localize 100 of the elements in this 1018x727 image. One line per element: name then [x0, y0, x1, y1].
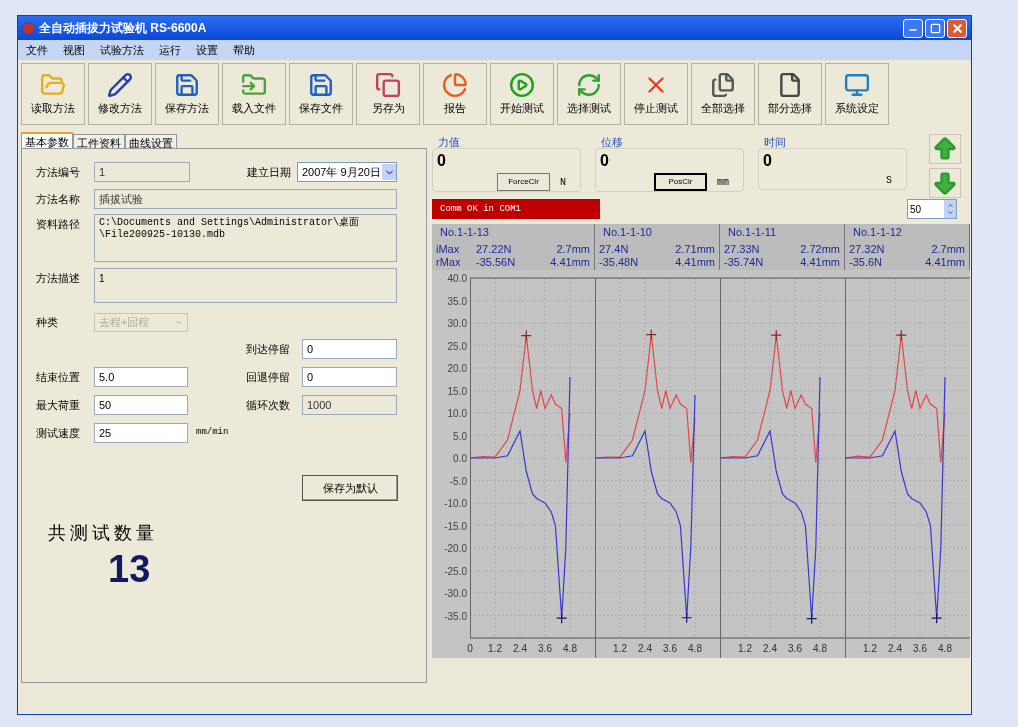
x-tick-label: 4.8	[813, 643, 827, 654]
play-icon	[509, 71, 535, 98]
unit-label: S	[886, 174, 892, 188]
y-tick-label: -35.0	[444, 610, 467, 622]
x-tick-label: 2.4	[513, 643, 527, 654]
readout-value: 0	[600, 151, 610, 171]
tab[interactable]: 基本参数	[21, 132, 73, 148]
input-field[interactable]: 0	[302, 339, 397, 359]
toolbar-button[interactable]: 修改方法	[88, 63, 152, 125]
sample-name: No.1-1-11	[727, 226, 778, 240]
x-tick-label: 3.6	[913, 643, 927, 654]
menu-item[interactable]: 帮助	[233, 41, 255, 59]
text-area[interactable]: C:\Documents and Settings\Administrator\桌面 \File200925-10130.mdb	[94, 214, 397, 262]
toolbar-button[interactable]: 全部选择	[691, 63, 755, 125]
toolbar-button[interactable]: 载入文件	[222, 63, 286, 125]
y-tick-label: -20.0	[444, 543, 467, 554]
input-field[interactable]: 50	[94, 395, 188, 415]
text-area[interactable]: 1	[94, 268, 397, 303]
clear-button[interactable]: PosClr	[654, 173, 707, 191]
down-button[interactable]	[929, 168, 961, 198]
menu-item[interactable]: 文件	[26, 41, 48, 59]
y-tick-label: 15.0	[447, 385, 467, 397]
x-tick-label: 3.6	[538, 643, 552, 654]
max-displacement: 4.41mm	[674, 256, 715, 269]
x-tick-label: 3.6	[788, 643, 802, 654]
field-label: 方法名称	[36, 191, 81, 207]
y-tick-label: -25.0	[444, 565, 467, 577]
min-force: -35.56N	[476, 256, 517, 269]
input-field[interactable]: 5.0	[94, 367, 188, 387]
x-tick-label: 2.4	[763, 643, 777, 654]
unit-label: N	[560, 175, 566, 190]
input-field[interactable]: 25	[94, 423, 188, 443]
field-label: 结束位置	[36, 369, 81, 385]
toolbar-button[interactable]: 报告	[423, 63, 487, 125]
readout-label: 力值	[437, 135, 461, 148]
max-displacement: 2.72mm	[799, 243, 840, 256]
toolbar-button[interactable]: 另存为	[356, 63, 420, 125]
date-picker[interactable]: 2007年 9月20日	[297, 162, 397, 182]
field-label: 回退停留	[246, 369, 291, 385]
x-tick-label: 1.2	[488, 643, 502, 654]
arrow-up-icon	[931, 135, 959, 163]
close-button[interactable]	[947, 18, 967, 38]
minimize-button[interactable]	[903, 18, 923, 38]
peak-marker	[556, 612, 568, 624]
input-field[interactable]: 1	[94, 162, 190, 182]
menu-item[interactable]: 设置	[196, 41, 218, 59]
menu-item[interactable]: 视图	[63, 41, 85, 59]
row-label: rMax	[436, 256, 462, 269]
close-icon	[950, 21, 964, 35]
clear-button[interactable]: ForceClr	[497, 173, 550, 191]
tab[interactable]: 曲线设置	[125, 134, 177, 148]
max-displacement: 4.41mm	[924, 256, 965, 269]
field-label: 种类	[36, 314, 59, 330]
toolbar-button[interactable]: 开始测试	[490, 63, 554, 125]
readout-label: 时间	[763, 135, 787, 148]
maximize-icon	[929, 22, 941, 34]
y-tick-label: -10.0	[444, 498, 467, 509]
y-tick-label: 40.0	[447, 273, 467, 284]
max-displacement: 2.71mm	[674, 243, 715, 256]
x-tick-label: 1.2	[738, 643, 752, 654]
input-field[interactable]: 插拔试验	[94, 189, 397, 209]
toolbar-button[interactable]: 部分选择	[758, 63, 822, 125]
max-force: 27.33N	[724, 243, 761, 256]
tab[interactable]: 工件资料	[73, 134, 125, 148]
max-force: 27.32N	[849, 243, 886, 256]
input-field[interactable]: 0	[302, 367, 397, 387]
toolbar-button[interactable]: 保存方法	[155, 63, 219, 125]
y-tick-label: 20.0	[447, 363, 467, 374]
floppy-disks-icon	[375, 71, 401, 98]
up-button[interactable]	[929, 134, 961, 164]
max-displacement: 4.41mm	[799, 256, 840, 269]
toolbar-button[interactable]: 保存文件	[289, 63, 353, 125]
toolbar-button[interactable]: 选择测试	[557, 63, 621, 125]
folder-icon	[241, 71, 267, 98]
total-count: 13	[108, 550, 152, 588]
pencil-icon	[107, 71, 133, 98]
y-tick-label: -15.0	[444, 520, 467, 532]
status-bar: Comm OK in COM1	[432, 199, 600, 219]
readout-label: 位移	[600, 135, 624, 148]
max-force: 27.4N	[599, 243, 630, 256]
save-default-button[interactable]: 保存为默认	[302, 475, 398, 501]
input-field[interactable]: 1000	[302, 395, 397, 415]
toolbar-button[interactable]: 读取方法	[21, 63, 85, 125]
pie-chart-icon	[442, 71, 468, 98]
maximize-button[interactable]	[925, 18, 945, 38]
field-label: 方法编号	[36, 164, 81, 180]
peak-marker	[681, 612, 693, 624]
readout-value: 0	[437, 151, 447, 171]
readout-value: 0	[763, 151, 773, 171]
peak-marker	[520, 330, 532, 342]
field-label: 资料路径	[36, 217, 81, 232]
toolbar-button[interactable]: 停止测试	[624, 63, 688, 125]
y-tick-label: 0.0	[453, 453, 467, 464]
menu-item[interactable]: 运行	[159, 41, 181, 59]
x-tick-label: 1.2	[613, 643, 627, 654]
field-label: 循环次数	[246, 397, 291, 413]
documents-icon	[710, 71, 736, 98]
toolbar-button[interactable]: 系统设定	[825, 63, 889, 125]
spin-box[interactable]: 50	[907, 199, 957, 219]
menu-item[interactable]: 试验方法	[100, 41, 144, 59]
